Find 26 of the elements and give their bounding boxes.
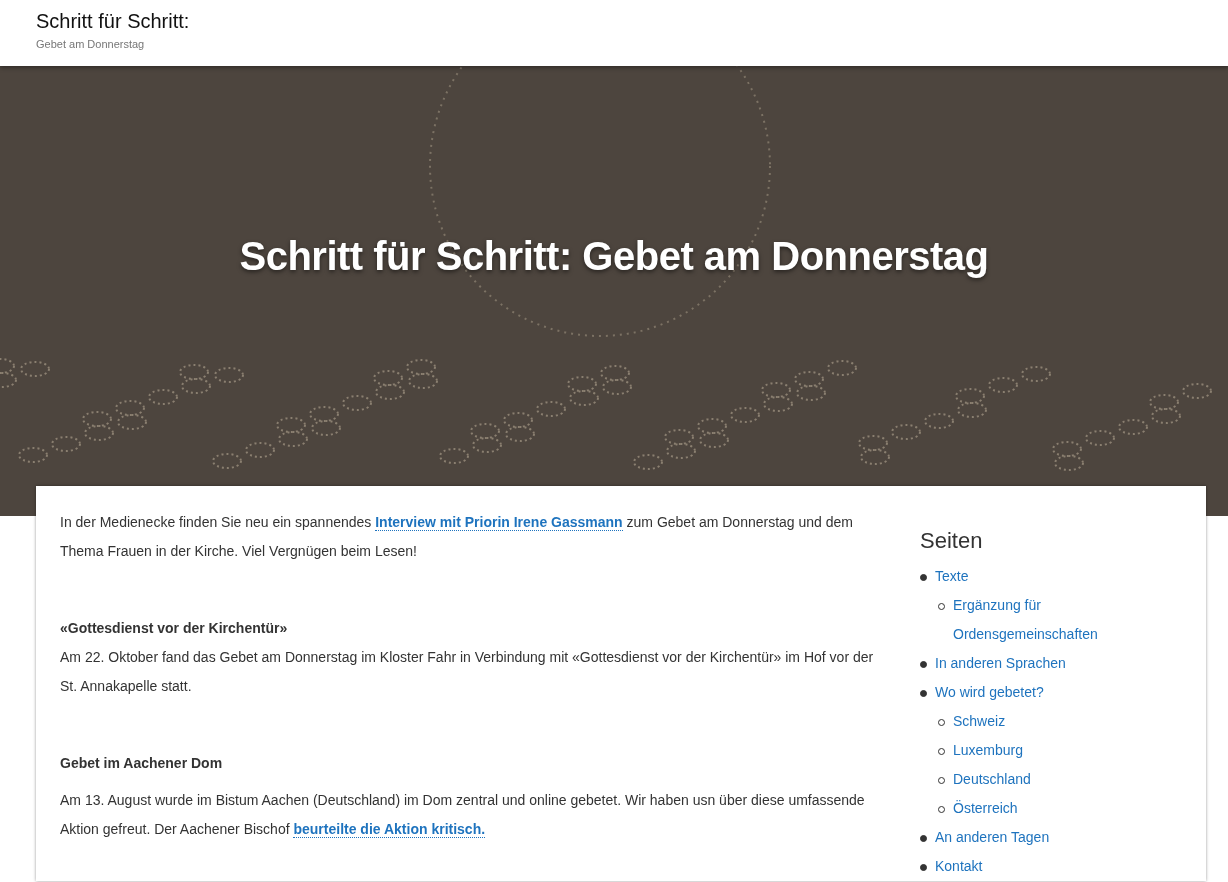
sidebar-link[interactable]: Ergänzung für Ordensgemeinschaften [953, 591, 1180, 649]
bullet-icon [920, 835, 927, 842]
bullet-icon [920, 690, 927, 697]
sidebar-link[interactable]: Schweiz [953, 707, 1006, 736]
sidebar-link[interactable]: Deutschland [953, 765, 1031, 794]
sidebar-link[interactable]: An anderen Tagen [935, 823, 1050, 852]
sidebar-link[interactable]: Österreich [953, 794, 1018, 823]
bullet-icon [920, 864, 927, 871]
paragraph: Am 22. Oktober fand das Gebet am Donnerstag im Kloster Fahr in Verbindung mit «Gottesdienst vor der Kirchentür» im Hof vor der St. Annakapelle statt. [60, 648, 875, 696]
section-heading: «Gottesdienst vor der Kirchentür» [60, 619, 289, 638]
site-title[interactable]: Schritt für Schritt: [36, 8, 190, 34]
sidebar-link[interactable]: Wo wird gebetet? [935, 678, 1044, 707]
sidebar-link[interactable]: In anderen Sprachen [935, 649, 1066, 678]
sidebar-title: Seiten [920, 528, 984, 554]
hero-title: Schritt für Schritt: Gebet am Donnerstag [239, 234, 989, 279]
sidebar-link[interactable]: Luxemburg [953, 736, 1024, 765]
article-link[interactable]: Interview mit Priorin Irene Gassmann [375, 514, 623, 531]
article-link[interactable]: beurteilte die Aktion kritisch. [293, 821, 486, 838]
sidebar-link[interactable]: Kontakt [935, 852, 983, 881]
section-heading: Gebet im Aachener Dom [60, 754, 224, 773]
sidebar-link[interactable]: Texte [935, 562, 969, 591]
site-tagline: Gebet am Donnerstag [36, 38, 145, 50]
bullet-icon [920, 661, 927, 668]
bullet-icon [920, 574, 927, 581]
paragraph: In der Medienecke finden Sie neu ein spannendes Interview mit Priorin Irene Gassmann zum Gebet am Donnerstag und dem Thema Frauen in der Kirche. Viel Vergnügen beim Lesen! [60, 513, 854, 561]
paragraph: Am 13. August wurde im Bistum Aachen (Deutschland) im Dom zentral und online gebetet. Wir haben usn über diese umfassende Aktion gefreut. Der Aachener Bischof beurteilte die Aktion kritisch. [60, 791, 866, 840]
